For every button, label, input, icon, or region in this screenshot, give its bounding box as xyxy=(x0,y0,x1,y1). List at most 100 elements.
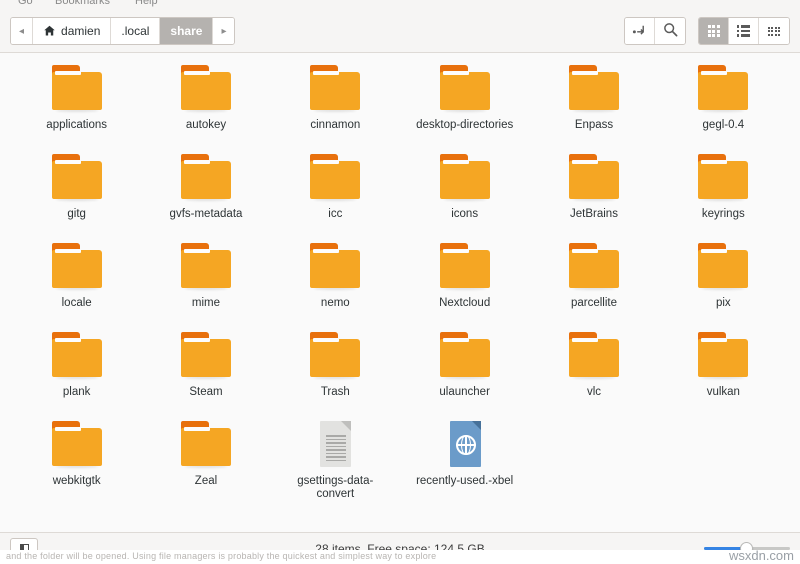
breadcrumb-item-share[interactable]: share xyxy=(160,18,214,44)
file-label: webkitgtk xyxy=(52,475,101,487)
watermark: wsxdn.com xyxy=(728,548,794,563)
file-label: parcellite xyxy=(570,297,617,309)
file-item[interactable]: icons xyxy=(400,150,529,239)
breadcrumb-item-damien[interactable]: damien xyxy=(33,18,112,44)
file-item[interactable]: parcellite xyxy=(529,239,658,328)
file-item[interactable]: Zeal xyxy=(141,417,270,506)
file-item[interactable]: gegl-0.4 xyxy=(659,61,788,150)
folder-icon xyxy=(436,154,494,202)
search-icon xyxy=(663,22,678,40)
file-label: Nextcloud xyxy=(439,297,491,309)
file-label: pix xyxy=(715,297,731,309)
file-label: plank xyxy=(62,386,91,398)
folder-icon xyxy=(694,65,752,113)
menu-item-bookmarks[interactable]: Bookmarks xyxy=(55,0,110,7)
file-item[interactable]: gsettings-data-convert xyxy=(271,417,400,506)
list-icon xyxy=(736,25,751,37)
file-label: Steam xyxy=(189,386,223,398)
file-item[interactable]: keyrings xyxy=(659,150,788,239)
file-label: gitg xyxy=(67,208,86,220)
file-label: gvfs-metadata xyxy=(169,208,243,220)
folder-icon xyxy=(565,65,623,113)
view-mode-button-group xyxy=(698,17,790,45)
file-label: Zeal xyxy=(194,475,218,487)
file-label: cinnamon xyxy=(310,119,361,131)
file-list-view[interactable]: applications autokey cinnamon desktop-direc… xyxy=(0,53,800,532)
file-item[interactable]: webkitgtk xyxy=(12,417,141,506)
file-item[interactable]: desktop-directories xyxy=(400,61,529,150)
grid-icon xyxy=(707,25,720,37)
file-label: Enpass xyxy=(574,119,614,131)
breadcrumb-label: share xyxy=(170,24,203,38)
folder-icon xyxy=(177,332,235,380)
file-item[interactable]: cinnamon xyxy=(271,61,400,150)
file-item[interactable]: recently-used.-xbel xyxy=(400,417,529,506)
file-label: keyrings xyxy=(701,208,745,220)
file-item[interactable]: vlc xyxy=(529,328,658,417)
forward-button[interactable]: ▸ xyxy=(213,18,235,44)
file-item[interactable]: locale xyxy=(12,239,141,328)
breadcrumb-item-local[interactable]: .local xyxy=(111,18,161,44)
folder-icon xyxy=(436,332,494,380)
folder-icon xyxy=(48,243,106,291)
folder-icon xyxy=(565,332,623,380)
icon-view-button[interactable] xyxy=(699,18,729,44)
file-item[interactable]: mime xyxy=(141,239,270,328)
file-item[interactable]: Enpass xyxy=(529,61,658,150)
home-icon xyxy=(43,25,56,37)
folder-icon xyxy=(48,65,106,113)
file-label: locale xyxy=(61,297,92,309)
folder-icon xyxy=(694,243,752,291)
file-item[interactable]: ulauncher xyxy=(400,328,529,417)
file-item[interactable]: nemo xyxy=(271,239,400,328)
file-item[interactable]: gitg xyxy=(12,150,141,239)
folder-icon xyxy=(48,421,106,469)
menu-bar: Go Bookmarks Help xyxy=(0,0,800,10)
file-label: vlc xyxy=(586,386,602,398)
file-item[interactable]: JetBrains xyxy=(529,150,658,239)
file-item[interactable]: vulkan xyxy=(659,328,788,417)
file-item[interactable]: Steam xyxy=(141,328,270,417)
compact-view-button[interactable] xyxy=(759,18,789,44)
file-label: mime xyxy=(191,297,221,309)
folder-icon xyxy=(177,421,235,469)
folder-icon xyxy=(694,154,752,202)
file-label: desktop-directories xyxy=(416,119,514,131)
file-label: autokey xyxy=(185,119,227,131)
file-item[interactable]: pix xyxy=(659,239,788,328)
file-item[interactable]: applications xyxy=(12,61,141,150)
folder-icon xyxy=(306,65,364,113)
file-label: ulauncher xyxy=(439,386,490,398)
folder-icon xyxy=(436,243,494,291)
file-item[interactable]: Nextcloud xyxy=(400,239,529,328)
file-item[interactable]: autokey xyxy=(141,61,270,150)
folder-icon xyxy=(177,154,235,202)
file-grid: applications autokey cinnamon desktop-direc… xyxy=(12,61,788,506)
web-document-icon xyxy=(436,421,494,469)
folder-icon xyxy=(48,154,106,202)
file-label: Trash xyxy=(320,386,350,398)
back-button[interactable]: ◂ xyxy=(11,18,34,44)
bleed-text: and the folder will be opened. Using fil… xyxy=(6,551,437,561)
folder-icon xyxy=(694,332,752,380)
search-button[interactable] xyxy=(655,18,685,44)
file-item[interactable]: Trash xyxy=(271,328,400,417)
file-label: icc xyxy=(328,208,343,220)
list-view-button[interactable] xyxy=(729,18,759,44)
file-item[interactable]: plank xyxy=(12,328,141,417)
menu-item-help[interactable]: Help xyxy=(135,0,158,7)
file-item[interactable]: gvfs-metadata xyxy=(141,150,270,239)
folder-icon xyxy=(306,332,364,380)
action-button-group xyxy=(624,17,686,45)
folder-icon xyxy=(565,243,623,291)
file-label: nemo xyxy=(320,297,350,309)
breadcrumb-label: .local xyxy=(121,24,150,38)
folder-icon xyxy=(177,65,235,113)
file-label: gsettings-data-convert xyxy=(297,475,374,500)
file-label: icons xyxy=(451,208,479,220)
toggle-location-entry-button[interactable] xyxy=(625,18,655,44)
menu-item-go[interactable]: Go xyxy=(18,0,33,7)
folder-icon xyxy=(436,65,494,113)
file-item[interactable]: icc xyxy=(271,150,400,239)
breadcrumb-label: damien xyxy=(61,24,101,38)
